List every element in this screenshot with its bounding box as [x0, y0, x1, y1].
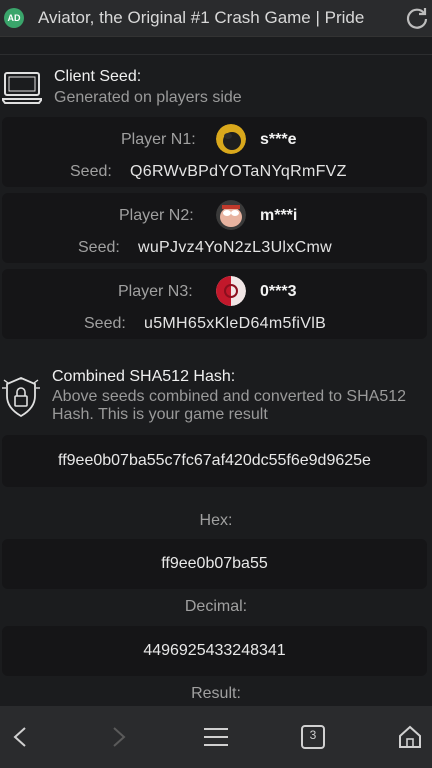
player-name: 0***3 — [260, 283, 297, 300]
client-seed-title: Client Seed: — [54, 68, 142, 85]
decimal-value: 4496925433248341 — [143, 642, 286, 659]
hash-section: Combined SHA512 Hash: Above seeds combin… — [0, 366, 432, 426]
client-seed-subtitle: Generated on players side — [54, 89, 242, 106]
player-card: Player N3: 0***3 Seed: u5MH65xKleD64m5fi… — [2, 269, 427, 339]
player-label: Player N2: — [119, 207, 194, 224]
hash-title: Combined SHA512 Hash: — [52, 368, 236, 385]
client-seed-section: Client Seed: Generated on players side — [0, 66, 432, 110]
home-icon — [399, 725, 421, 748]
seed-label: Seed: — [70, 163, 112, 180]
player-avatar — [216, 276, 246, 306]
seed-value: wuPJvz4YoN2zL3UlxCmw — [138, 239, 332, 256]
seed-value: Q6RWvBPdYOTaNYqRmFVZ — [130, 163, 347, 180]
laptop-icon — [2, 72, 42, 104]
result-label: Result: — [191, 685, 241, 702]
hash-value: ff9ee0b07ba55c7fc67af420dc55f6e9d9625e — [58, 452, 371, 469]
menu-icon — [204, 728, 228, 746]
hex-value-box: ff9ee0b07ba55 — [2, 539, 427, 589]
back-arrow-icon — [13, 727, 26, 747]
player-avatar — [216, 200, 246, 230]
player-card: Player N2: m***i Seed: wuPJvz4YoN2zL3Ulx… — [2, 193, 427, 263]
seed-value: u5MH65xKleD64m5fiVlB — [144, 315, 327, 332]
menu-button[interactable] — [199, 720, 233, 754]
seed-label: Seed: — [84, 315, 126, 332]
tabs-button[interactable]: 3 — [296, 720, 330, 754]
hash-subtitle: Above seeds combined and converted to SH… — [52, 388, 407, 423]
page-title[interactable]: Aviator, the Original #1 Crash Game | Pr… — [38, 8, 400, 28]
player-name: s***e — [260, 131, 297, 148]
reload-icon[interactable] — [404, 5, 430, 31]
forward-button[interactable] — [101, 720, 135, 754]
hex-value: ff9ee0b07ba55 — [161, 555, 268, 572]
site-favicon: AD — [4, 8, 24, 28]
home-button[interactable] — [393, 720, 427, 754]
forward-arrow-icon — [113, 727, 126, 747]
player-name: m***i — [260, 207, 298, 224]
player-card: Player N1: s***e Seed: Q6RWvBPdYOTaNYqRm… — [2, 117, 427, 187]
decimal-label: Decimal: — [184, 598, 248, 615]
decimal-value-box: 4496925433248341 — [2, 626, 427, 676]
seed-label: Seed: — [78, 239, 120, 256]
browser-address-bar[interactable]: AD Aviator, the Original #1 Crash Game |… — [0, 0, 432, 37]
hash-value-box: ff9ee0b07ba55c7fc67af420dc55f6e9d9625e — [2, 435, 427, 487]
divider — [0, 54, 432, 55]
player-label: Player N1: — [121, 131, 196, 148]
player-label: Player N3: — [118, 283, 193, 300]
back-button[interactable] — [4, 720, 38, 754]
player-avatar — [216, 124, 246, 154]
shield-lock-icon — [2, 377, 40, 418]
browser-bottom-nav: 3 — [0, 706, 432, 768]
tab-count: 3 — [309, 728, 317, 742]
hex-label: Hex: — [199, 512, 233, 529]
